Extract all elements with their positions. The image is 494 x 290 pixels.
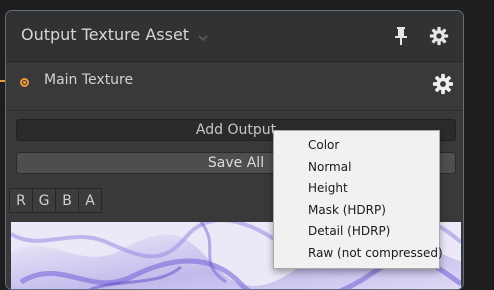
channel-a-toggle[interactable]: A: [78, 188, 102, 213]
gear-icon[interactable]: [432, 73, 454, 95]
chevron-down-icon[interactable]: [196, 33, 210, 43]
gear-icon[interactable]: [429, 26, 449, 46]
output-port-row[interactable]: Main Texture: [6, 62, 463, 111]
output-port-dot[interactable]: [20, 78, 29, 87]
menu-item-color[interactable]: Color: [274, 135, 439, 157]
output-type-dropdown-menu: Color Normal Height Mask (HDRP) Detail (…: [273, 130, 443, 269]
output-port-label: Main Texture: [44, 72, 134, 88]
channel-r-toggle[interactable]: R: [9, 188, 33, 213]
menu-item-mask-hdrp[interactable]: Mask (HDRP): [274, 200, 439, 222]
menu-item-height[interactable]: Height: [274, 178, 439, 200]
channel-b-toggle[interactable]: B: [55, 188, 79, 213]
menu-item-detail-hdrp[interactable]: Detail (HDRP): [274, 221, 439, 243]
node-header[interactable]: Output Texture Asset: [6, 11, 463, 62]
pin-icon[interactable]: [394, 26, 408, 46]
menu-item-raw[interactable]: Raw (not compressed): [274, 243, 443, 265]
menu-item-normal[interactable]: Normal: [274, 157, 439, 179]
channel-toggle-bar: R G B A: [9, 188, 102, 213]
node-title: Output Texture Asset: [21, 25, 190, 44]
channel-g-toggle[interactable]: G: [32, 188, 56, 213]
